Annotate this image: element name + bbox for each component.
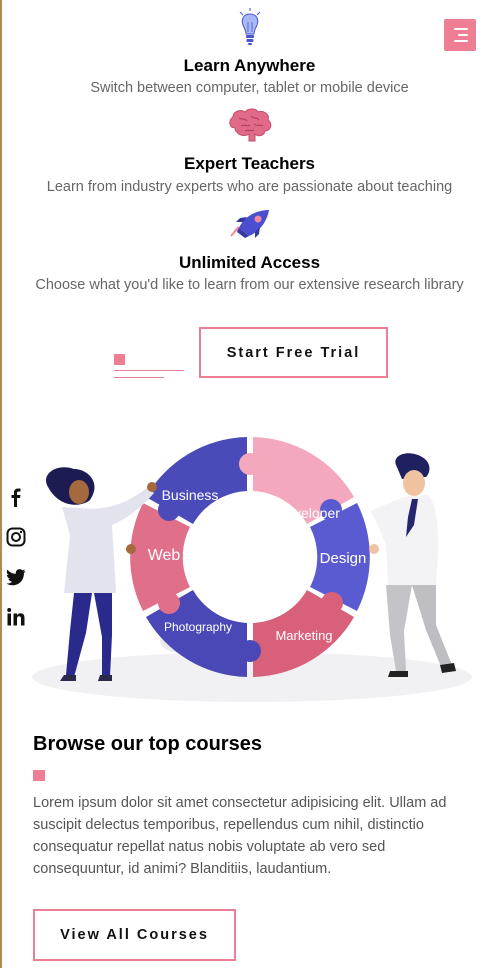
feature-unlimited-access: Unlimited Access Choose what you'd like … bbox=[0, 208, 499, 303]
team-puzzle-illustration: Business Developer Design Marketing Phot… bbox=[32, 437, 472, 702]
start-free-trial-button[interactable]: Start Free Trial bbox=[199, 327, 388, 378]
decorative-square bbox=[114, 354, 125, 365]
feature-title: Expert Teachers bbox=[183, 154, 316, 173]
facebook-icon[interactable] bbox=[6, 487, 26, 507]
brain-icon bbox=[228, 108, 271, 142]
feature-title: Unlimited Access bbox=[178, 253, 321, 272]
puzzle-label-design: Design bbox=[320, 550, 367, 567]
feature-learn-anywhere: Learn Anywhere Switch between computer, … bbox=[0, 8, 499, 103]
puzzle-label-developer: Developer bbox=[276, 505, 340, 521]
man-figure bbox=[369, 453, 456, 677]
decorative-line bbox=[114, 370, 184, 371]
feature-expert-teachers: Expert Teachers Learn from industry expe… bbox=[0, 108, 499, 203]
puzzle-label-web: Web bbox=[148, 547, 181, 564]
feature-description: Switch between computer, tablet or mobil… bbox=[90, 80, 409, 96]
feature-description: Choose what you'd like to learn from our… bbox=[35, 277, 464, 293]
puzzle-label-marketing: Marketing bbox=[275, 628, 332, 643]
courses-description: Lorem ipsum dolor sit amet consectetur a… bbox=[33, 795, 447, 877]
puzzle-label-business: Business bbox=[162, 487, 219, 503]
lightbulb-icon bbox=[239, 8, 260, 45]
twitter-icon[interactable] bbox=[6, 567, 26, 587]
decorative-square bbox=[33, 770, 45, 781]
courses-title: Browse our top courses bbox=[33, 733, 262, 755]
puzzle-ring: Business Developer Design Marketing Phot… bbox=[130, 437, 370, 677]
feature-description: Learn from industry experts who are pass… bbox=[46, 179, 453, 195]
decorative-line bbox=[114, 377, 164, 378]
instagram-icon[interactable] bbox=[6, 527, 26, 547]
puzzle-label-photography: Photography bbox=[164, 620, 232, 634]
view-all-courses-button[interactable]: View All Courses bbox=[33, 909, 236, 961]
linkedin-icon[interactable] bbox=[6, 607, 26, 627]
rocket-icon bbox=[229, 210, 269, 238]
feature-title: Learn Anywhere bbox=[183, 56, 316, 75]
